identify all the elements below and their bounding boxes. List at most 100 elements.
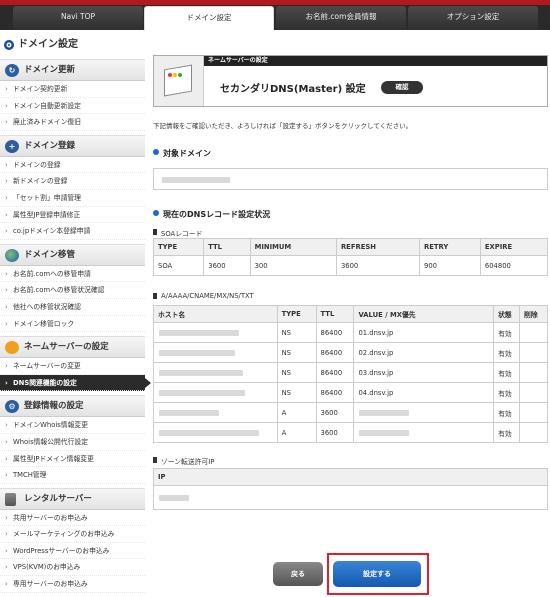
user-icon — [5, 341, 19, 355]
sidebar-section: + ドメイン登録ドメインの登録新ドメインの登録「セット割」申請管理属性型JP登録申… — [0, 134, 145, 240]
sidebar-section: ⚙ 登録情報の設定ドメインWhois情報変更Whois情報公開代行設定属性型JPド… — [0, 395, 145, 484]
record-cell — [519, 382, 548, 403]
sidebar-item[interactable]: メールマーケティングのお申込み — [0, 526, 145, 543]
sidebar-title: ドメイン設定 — [0, 35, 145, 55]
sidebar-section-title: ドメイン更新 — [24, 65, 76, 75]
current-records-heading: 現在のDNSレコード設定状況 — [153, 209, 270, 220]
sidebar-section-header: ドメイン移管 — [0, 243, 145, 266]
record-cell — [519, 362, 548, 383]
soa-cell: 3600 — [203, 255, 251, 276]
main-content: ネームサーバーの設定 セカンダリDNS(Master) 設定 確認 下記情報をご… — [152, 55, 549, 510]
tab-navi-top[interactable]: Navi TOP — [13, 6, 143, 30]
soa-cell: 300 — [249, 255, 337, 276]
zone-table: IP — [153, 468, 548, 510]
record-cell — [519, 402, 548, 423]
record-cell: 86400 — [315, 342, 355, 363]
record-cell — [153, 422, 278, 443]
sidebar-item[interactable]: 「セット割」申請管理 — [0, 190, 145, 207]
record-cell: 3600 — [315, 422, 355, 443]
sidebar-item[interactable]: DNS関連機能の設定 — [0, 374, 151, 392]
record-cell: 有効 — [493, 422, 521, 443]
table-row: NS 86400 01.dnsv.jp 有効 — [153, 322, 548, 343]
table-row: A 3600 有効 — [153, 422, 548, 443]
soa-cell: SOA — [152, 255, 205, 276]
settings-icon: ⚙ — [5, 400, 19, 414]
record-cell: 04.dnsv.jp — [353, 382, 495, 403]
sidebar-item[interactable]: ドメインWhois情報変更 — [0, 417, 145, 434]
page-title: セカンダリDNS(Master) 設定 — [220, 84, 366, 95]
record-cell: 86400 — [315, 322, 355, 343]
record-cell — [353, 402, 495, 423]
record-cell — [153, 382, 278, 403]
sidebar-section-header: レンタルサーバー — [0, 487, 145, 510]
records-header-cell: VALUE / MX優先 — [353, 305, 495, 323]
soa-header-cell: REFRESH — [335, 238, 421, 256]
sidebar-item[interactable]: TMCH管理 — [0, 467, 145, 484]
soa-header-cell: TTL — [203, 238, 251, 256]
sidebar-item[interactable]: VPS(KVM)のお申込み — [0, 559, 145, 577]
record-cell: 01.dnsv.jp — [353, 322, 495, 343]
sidebar-section-header: ↻ ドメイン更新 — [0, 59, 145, 81]
record-cell: 有効 — [493, 362, 521, 383]
sidebar-item[interactable]: 共用サーバーのお申込み — [0, 510, 145, 527]
records-header-cell: ホスト名 — [153, 305, 278, 323]
sidebar-item[interactable]: co.jpドメイン本登録申請 — [0, 223, 145, 240]
record-cell: 03.dnsv.jp — [353, 362, 495, 383]
soa-header-cell: RETRY — [419, 238, 481, 256]
sidebar-section-title: ネームサーバーの設定 — [24, 342, 109, 353]
sidebar-section-title: ドメイン移管 — [24, 249, 76, 260]
record-cell: 有効 — [493, 402, 521, 423]
sidebar-section-title: レンタルサーバー — [24, 493, 92, 504]
sidebar-section: ドメイン移管お名前.comへの移管申請お名前.comへの移管状況確認他社への移管… — [0, 243, 145, 333]
sidebar-item[interactable]: ドメインの登録 — [0, 157, 145, 174]
record-cell: NS — [276, 382, 317, 403]
sidebar-item[interactable]: 廃止済みドメイン復旧 — [0, 114, 145, 131]
tab-options[interactable]: オプション設定 — [408, 6, 538, 30]
record-cell: 有効 — [493, 382, 521, 403]
globe-icon — [5, 248, 19, 262]
sidebar-item[interactable]: 属性型JPドメイン情報変更 — [0, 451, 145, 468]
record-cell: A — [276, 402, 317, 423]
record-cell: NS — [276, 322, 317, 343]
records-header-cell: TTL — [315, 305, 355, 323]
record-cell — [519, 322, 548, 343]
record-cell — [153, 322, 278, 343]
sidebar-item[interactable]: 新ドメインの登録 — [0, 173, 145, 190]
sidebar-item[interactable]: 属性型JP登録申請修正 — [0, 207, 145, 224]
sidebar-section-header: + ドメイン登録 — [0, 134, 145, 157]
tab-member-info[interactable]: お名前.com会員情報 — [276, 6, 406, 30]
sidebar: ドメイン設定 ↻ ドメイン更新ドメイン契約更新ドメイン自動更新設定廃止済みドメイン… — [0, 35, 151, 593]
sidebar-item[interactable]: ドメイン自動更新設定 — [0, 98, 145, 115]
sidebar-item[interactable]: ネームサーバーの変更 — [0, 358, 145, 375]
sidebar-item[interactable]: WordPressサーバーのお申込み — [0, 543, 145, 560]
sidebar-section: レンタルサーバー共用サーバーのお申込みメールマーケティングのお申込みWordPr… — [0, 487, 145, 593]
record-cell: NS — [276, 362, 317, 383]
record-cell: 有効 — [493, 322, 521, 343]
highlight-frame — [327, 553, 429, 595]
back-button[interactable]: 戻る — [273, 562, 323, 586]
zone-label: ゾーン転送許可IP — [153, 456, 214, 466]
table-row: A 3600 有効 — [153, 402, 548, 423]
sidebar-item[interactable]: ドメイン契約更新 — [0, 81, 145, 98]
record-cell — [519, 422, 548, 443]
sidebar-section: ネームサーバーの設定ネームサーバーの変更DNS関連機能の設定 — [0, 336, 151, 392]
target-domain-value — [153, 168, 548, 190]
sidebar-item[interactable]: お名前.comへの移管申請 — [0, 266, 145, 283]
sidebar-section-title: 登録情報の設定 — [24, 401, 84, 412]
page-header: ネームサーバーの設定 セカンダリDNS(Master) 設定 確認 — [153, 55, 548, 107]
sidebar-section-title: ドメイン登録 — [24, 140, 76, 151]
table-row: NS 86400 04.dnsv.jp 有効 — [153, 382, 548, 403]
record-cell: 02.dnsv.jp — [353, 342, 495, 363]
table-row: NS 86400 02.dnsv.jp 有効 — [153, 342, 548, 363]
record-cell: 3600 — [315, 402, 355, 423]
soa-header-cell: TYPE — [152, 238, 205, 256]
sidebar-item[interactable]: 他社への移管状況確認 — [0, 299, 145, 316]
sidebar-item[interactable]: お名前.comへの移管状況確認 — [0, 282, 145, 299]
records-header-cell: TYPE — [276, 305, 317, 323]
table-row: NS 86400 03.dnsv.jp 有効 — [153, 362, 548, 383]
tab-domain-settings[interactable]: ドメイン設定 — [144, 6, 274, 30]
sidebar-item[interactable]: ドメイン移管ロック — [0, 316, 145, 333]
sidebar-item[interactable]: 専用サーバーのお申込み — [0, 576, 145, 593]
soa-header-cell: EXPIRE — [479, 238, 549, 256]
sidebar-item[interactable]: Whois情報公開代行設定 — [0, 434, 145, 451]
